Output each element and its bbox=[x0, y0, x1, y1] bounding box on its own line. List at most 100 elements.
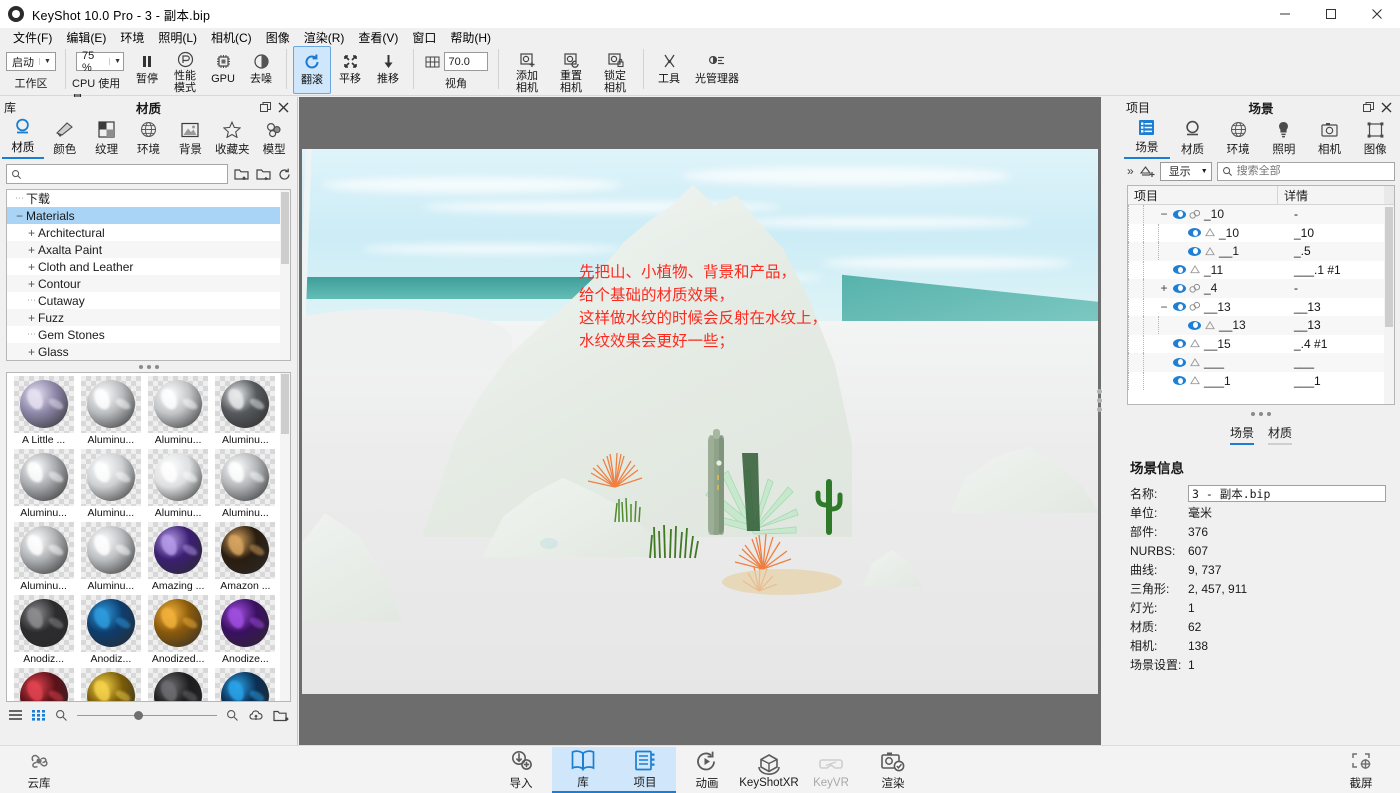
expand-icon[interactable]: + bbox=[1158, 281, 1170, 295]
undock-icon[interactable] bbox=[260, 101, 271, 113]
project-tab-材质[interactable]: 材质 bbox=[1170, 119, 1216, 159]
material-swatch[interactable]: Amazing ... bbox=[145, 522, 212, 592]
render-image[interactable]: 先把山、小植物、背景和产品， 给个基础的材质效果， 这样做水纹的时候会反射在水纹上，… bbox=[302, 149, 1098, 694]
viewport-resize-grip[interactable] bbox=[1097, 389, 1102, 412]
library-tree-scrollbar[interactable] bbox=[280, 190, 290, 360]
material-swatch[interactable]: Aluminu... bbox=[77, 449, 144, 519]
library-tree-item[interactable]: + Glass bbox=[7, 343, 290, 360]
menu-render[interactable]: 渲染(R) bbox=[297, 28, 352, 47]
maximize-button[interactable] bbox=[1308, 0, 1354, 28]
expand-icon[interactable]: + bbox=[25, 311, 38, 325]
pause-button[interactable]: 暂停 bbox=[128, 46, 166, 94]
library-tree-item[interactable]: ⋯ Gem Stones bbox=[7, 326, 290, 343]
minimize-button[interactable] bbox=[1262, 0, 1308, 28]
cloud-upload-icon[interactable] bbox=[248, 709, 264, 722]
project-tab-照明[interactable]: 照明 bbox=[1261, 119, 1307, 159]
dolly-tool-button[interactable]: 推移 bbox=[369, 46, 407, 94]
thumbnail-size-slider[interactable] bbox=[77, 709, 217, 721]
library-tree-item[interactable]: ⋯ 下载 bbox=[7, 190, 290, 207]
material-swatch[interactable]: Aluminu... bbox=[212, 449, 279, 519]
dock-item-render[interactable]: 渲染 bbox=[862, 747, 924, 793]
material-swatch[interactable]: Aluminu... bbox=[145, 449, 212, 519]
material-swatch[interactable]: Aluminu... bbox=[10, 522, 77, 592]
library-tree[interactable]: ⋯ 下载 − Materials + Architectural + Axalta Paint… bbox=[6, 189, 291, 361]
library-search-input[interactable] bbox=[26, 168, 227, 180]
material-swatch[interactable] bbox=[212, 668, 279, 701]
project-tab-图像[interactable]: 图像 bbox=[1352, 119, 1398, 159]
expand-icon[interactable]: + bbox=[25, 226, 38, 240]
menu-help[interactable]: 帮助(H) bbox=[443, 28, 498, 47]
denoise-button[interactable]: 去噪 bbox=[242, 46, 280, 94]
material-swatch[interactable]: Aluminu... bbox=[10, 449, 77, 519]
folder-export-icon[interactable] bbox=[273, 709, 289, 722]
project-tab-环境[interactable]: 环境 bbox=[1215, 119, 1261, 159]
material-swatch[interactable] bbox=[145, 668, 212, 701]
material-swatch[interactable]: Amazon ... bbox=[212, 522, 279, 592]
fov-input[interactable]: 70.0 bbox=[443, 52, 488, 71]
scene-tree-row[interactable]: __13 __13 bbox=[1128, 316, 1394, 335]
dock-item-cloud-library[interactable]: 云库 bbox=[8, 747, 70, 793]
library-tab-收藏夹[interactable]: 收藏夹 bbox=[211, 119, 253, 159]
library-tab-材质[interactable]: 材质 bbox=[2, 117, 44, 159]
add-camera-button[interactable]: 添加 相机 bbox=[505, 46, 549, 94]
material-swatch[interactable]: Aluminu... bbox=[145, 376, 212, 446]
menu-window[interactable]: 窗口 bbox=[405, 28, 443, 47]
material-swatch[interactable]: Aluminu... bbox=[77, 376, 144, 446]
refresh-icon[interactable] bbox=[278, 168, 291, 181]
material-swatch[interactable] bbox=[10, 668, 77, 701]
scene-tree-row[interactable]: ___ ___ bbox=[1128, 353, 1394, 372]
library-tab-模型[interactable]: 模型 bbox=[253, 119, 295, 159]
pan-tool-button[interactable]: 平移 bbox=[331, 46, 369, 94]
material-swatch[interactable]: Aluminu... bbox=[77, 522, 144, 592]
workspace-selector[interactable]: 启动 ▼ 工作区 bbox=[3, 46, 59, 91]
library-tree-item[interactable]: + Cloth and Leather bbox=[7, 258, 290, 275]
scene-tree-row[interactable]: − __13 __13 bbox=[1128, 297, 1394, 317]
project-search-box[interactable] bbox=[1216, 161, 1395, 181]
material-swatch[interactable]: Anodized... bbox=[145, 595, 212, 665]
zoom-in-icon[interactable] bbox=[226, 709, 239, 722]
visibility-toggle-icon[interactable] bbox=[1173, 265, 1186, 275]
tools-button[interactable]: 工具 bbox=[650, 46, 688, 94]
scene-tree-row[interactable]: ___1 ___1 bbox=[1128, 371, 1394, 391]
dock-item-book[interactable]: 库 bbox=[552, 746, 614, 793]
library-splitter-grip[interactable] bbox=[0, 361, 297, 372]
close-button[interactable] bbox=[1354, 0, 1400, 28]
visibility-toggle-icon[interactable] bbox=[1188, 228, 1201, 238]
light-manager-button[interactable]: 光管理器 bbox=[688, 46, 746, 94]
reset-camera-button[interactable]: 重置 相机 bbox=[549, 46, 593, 94]
expand-icon[interactable]: + bbox=[25, 260, 38, 274]
visibility-toggle-icon[interactable] bbox=[1188, 320, 1201, 330]
project-tab-相机[interactable]: 相机 bbox=[1307, 119, 1353, 159]
dock-item-project[interactable]: 项目 bbox=[614, 746, 676, 793]
menu-environment[interactable]: 环境 bbox=[113, 28, 151, 47]
scene-tree-scrollbar[interactable] bbox=[1384, 205, 1394, 404]
library-tree-item[interactable]: ⋯ Cutaway bbox=[7, 292, 290, 309]
close-icon[interactable] bbox=[278, 102, 289, 113]
tumble-tool-button[interactable]: 翻滚 bbox=[293, 46, 331, 94]
import-folder-icon[interactable] bbox=[234, 167, 250, 181]
scene-tree-row[interactable]: _10 _10 bbox=[1128, 223, 1394, 243]
menu-camera[interactable]: 相机(C) bbox=[204, 28, 259, 47]
library-tab-纹理[interactable]: 纹理 bbox=[86, 119, 128, 159]
scene-tree-row[interactable]: __1 _.5 bbox=[1128, 242, 1394, 261]
visibility-toggle-icon[interactable] bbox=[1173, 357, 1186, 367]
visibility-toggle-icon[interactable] bbox=[1173, 339, 1186, 349]
scene-name-input[interactable]: 3 - 副本.bip bbox=[1188, 485, 1386, 502]
material-grid-scrollbar[interactable] bbox=[280, 373, 290, 701]
library-tree-item[interactable]: + Architectural bbox=[7, 224, 290, 241]
library-tab-环境[interactable]: 环境 bbox=[128, 119, 170, 159]
double-chevron-right-icon[interactable]: » bbox=[1127, 164, 1134, 178]
gpu-button[interactable]: GPU bbox=[204, 46, 242, 94]
material-swatch[interactable]: Anodize... bbox=[212, 595, 279, 665]
scene-tree-row[interactable]: + _4 - bbox=[1128, 279, 1394, 298]
menu-edit[interactable]: 编辑(E) bbox=[59, 28, 113, 47]
render-viewport[interactable]: 先把山、小植物、背景和产品， 给个基础的材质效果， 这样做水纹的时候会反射在水纹上，… bbox=[299, 97, 1102, 745]
material-swatch[interactable]: Anodiz... bbox=[10, 595, 77, 665]
dock-item-keyshotxr[interactable]: KeyShotXR bbox=[738, 747, 800, 793]
library-tree-item[interactable]: + Fuzz bbox=[7, 309, 290, 326]
scene-tree-row[interactable]: __15 _.4 #1 bbox=[1128, 334, 1394, 354]
visibility-toggle-icon[interactable] bbox=[1173, 376, 1186, 386]
undock-icon[interactable] bbox=[1363, 101, 1374, 113]
collapse-icon[interactable]: − bbox=[1158, 207, 1170, 221]
expand-icon[interactable]: + bbox=[25, 345, 38, 359]
